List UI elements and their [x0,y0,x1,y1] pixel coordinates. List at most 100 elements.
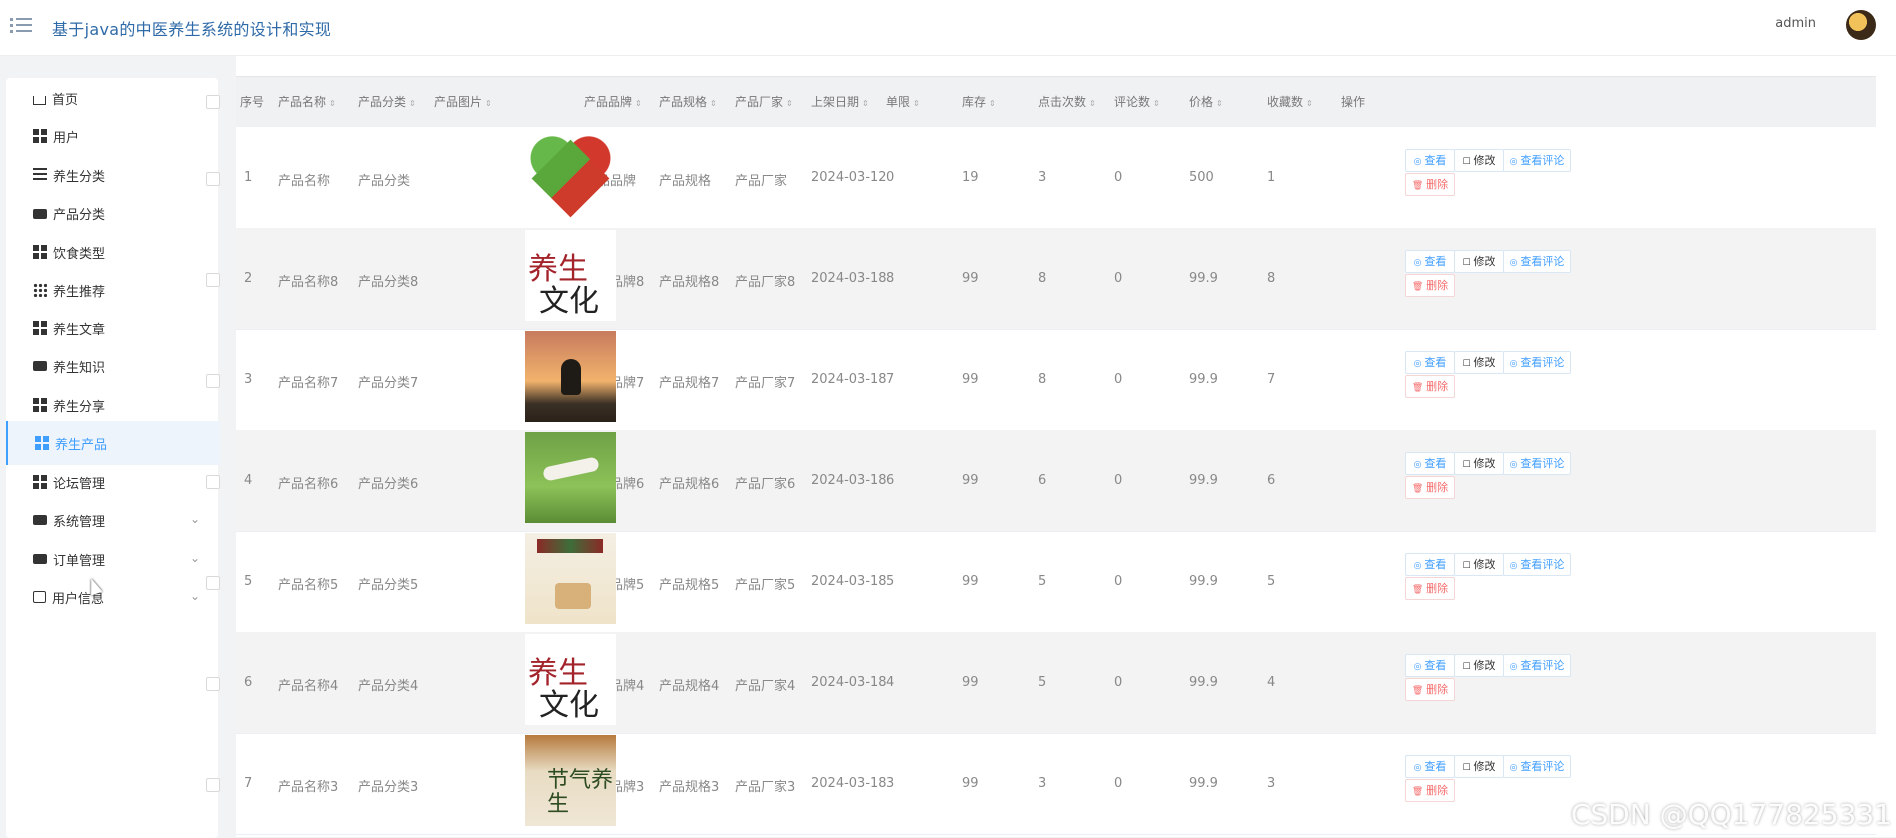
view-comments-button[interactable]: ◎ 查看评论 [1503,553,1571,576]
edit-button[interactable]: ☐ 修改 [1454,250,1504,273]
card-icon [33,591,46,603]
view-button[interactable]: ◎ 查看 [1405,654,1455,677]
button-label: 修改 [1473,760,1496,773]
table-row[interactable]: 4产品名称6产品分类6产品品牌6产品规格6产品厂家62024-03-186996… [206,430,1876,532]
sort-icon[interactable]: ⇕ [1216,99,1223,108]
delete-button[interactable]: 🗑 删除 [1405,678,1455,701]
product-image[interactable] [525,432,616,523]
table-row[interactable]: 5产品名称5产品分类5产品品牌5产品规格5产品厂家52024-03-185995… [206,531,1876,633]
sort-icon[interactable]: ⇕ [1089,99,1096,108]
sidebar-item[interactable]: 用户 [6,114,218,158]
edit-icon: ☐ [1462,662,1474,672]
row-checkbox[interactable] [206,475,220,489]
column-header[interactable]: 产品图片 ⇕ [434,93,492,110]
column-header[interactable]: 单限 ⇕ [886,93,920,110]
view-button[interactable]: ◎ 查看 [1405,755,1455,778]
apps-icon [33,283,47,297]
view-button[interactable]: ◎ 查看 [1405,351,1455,374]
edit-button[interactable]: ☐ 修改 [1454,452,1504,475]
row-checkbox[interactable] [206,273,220,287]
view-button[interactable]: ◎ 查看 [1405,250,1455,273]
cell-name: 产品名称4 [278,679,339,694]
column-header[interactable]: 评论数 ⇕ [1114,93,1160,110]
sort-icon[interactable]: ⇕ [1306,99,1313,108]
button-label: 删除 [1426,178,1449,191]
table-row[interactable]: 2产品名称8产品分类8产品品牌8产品规格8产品厂家82024-03-188998… [206,228,1876,330]
row-checkbox[interactable] [206,172,220,186]
row-checkbox[interactable] [206,778,220,792]
column-header[interactable]: 价格 ⇕ [1189,93,1223,110]
sidebar-item[interactable]: 产品分类 [6,191,218,235]
view-comments-button[interactable]: ◎ 查看评论 [1503,452,1571,475]
sort-icon[interactable]: ⇕ [1153,99,1160,108]
cell-date: 2024-03-18 [811,675,887,690]
cell-category: 产品分类7 [358,376,419,391]
product-image[interactable] [525,331,616,422]
user-name[interactable]: admin [1775,16,1816,31]
edit-button[interactable]: ☐ 修改 [1454,149,1504,172]
column-header[interactable]: 产品厂家 ⇕ [735,93,793,110]
edit-icon: ☐ [1462,359,1474,369]
sort-icon[interactable]: ⇕ [862,99,869,108]
avatar[interactable] [1846,10,1876,40]
product-image[interactable] [525,129,616,220]
sort-icon[interactable]: ⇕ [635,99,642,108]
view-button[interactable]: ◎ 查看 [1405,149,1455,172]
column-header[interactable]: 产品名称 ⇕ [278,93,336,110]
delete-button[interactable]: 🗑 删除 [1405,375,1455,398]
cell-no: 6 [244,675,253,690]
cell-maker: 产品厂家4 [735,679,796,694]
column-header[interactable]: 点击次数 ⇕ [1038,93,1096,110]
product-image[interactable] [525,533,616,624]
column-header[interactable]: 库存 ⇕ [962,93,996,110]
delete-button[interactable]: 🗑 删除 [1405,274,1455,297]
sort-icon[interactable]: ⇕ [329,99,336,108]
edit-button[interactable]: ☐ 修改 [1454,351,1504,374]
row-checkbox[interactable] [206,677,220,691]
view-button[interactable]: ◎ 查看 [1405,553,1455,576]
sidebar-item[interactable]: 养生产品 [6,421,220,465]
delete-button[interactable]: 🗑 删除 [1405,476,1455,499]
row-checkbox[interactable] [206,374,220,388]
view-comments-button[interactable]: ◎ 查看评论 [1503,755,1571,778]
edit-button[interactable]: ☐ 修改 [1454,553,1504,576]
view-comments-button[interactable]: ◎ 查看评论 [1503,149,1571,172]
column-header[interactable]: 收藏数 ⇕ [1267,93,1313,110]
table-row[interactable]: 1产品名称产品分类产品品牌产品规格产品厂家2024-03-12019305001… [206,127,1876,229]
view-button[interactable]: ◎ 查看 [1405,452,1455,475]
cell-price: 99.9 [1189,271,1218,286]
sidebar-item[interactable]: 养生知识 [6,344,218,388]
view-comments-button[interactable]: ◎ 查看评论 [1503,351,1571,374]
sort-icon[interactable]: ⇕ [409,99,416,108]
sort-icon[interactable]: ⇕ [786,99,793,108]
edit-button[interactable]: ☐ 修改 [1454,654,1504,677]
cell-limit: 4 [886,675,895,690]
column-header[interactable]: 上架日期 ⇕ [811,93,869,110]
column-header[interactable]: 产品规格 ⇕ [659,93,717,110]
sort-icon[interactable]: ⇕ [485,99,492,108]
delete-button[interactable]: 🗑 删除 [1405,577,1455,600]
sort-icon[interactable]: ⇕ [710,99,717,108]
product-image[interactable]: 养生 文化 [525,230,616,321]
sidebar-item[interactable]: 系统管理 ⌄ [6,498,218,542]
sort-icon[interactable]: ⇕ [989,99,996,108]
sort-icon[interactable]: ⇕ [913,99,920,108]
delete-button[interactable]: 🗑 删除 [1405,779,1455,802]
product-image-content: 养生 文化 [525,634,616,725]
row-checkbox[interactable] [206,576,220,590]
view-comments-button[interactable]: ◎ 查看评论 [1503,250,1571,273]
edit-button[interactable]: ☐ 修改 [1454,755,1504,778]
sidebar-item[interactable]: 用户信息 ⌄ [6,575,218,619]
column-header[interactable]: 产品分类 ⇕ [358,93,416,110]
button-label: 查看 [1424,558,1447,571]
watermark: CSDN @QQ177825331 [1570,798,1892,831]
table-row[interactable]: 3产品名称7产品分类7产品品牌7产品规格7产品厂家72024-03-187998… [206,329,1876,431]
select-all-checkbox[interactable] [206,95,220,109]
menu-toggle-icon[interactable] [10,14,32,36]
column-header[interactable]: 产品品牌 ⇕ [584,93,642,110]
table-row[interactable]: 6产品名称4产品分类4产品品牌4产品规格4产品厂家42024-03-184995… [206,632,1876,734]
product-image[interactable]: 节气养生 [525,735,616,826]
view-comments-button[interactable]: ◎ 查看评论 [1503,654,1571,677]
delete-button[interactable]: 🗑 删除 [1405,173,1455,196]
product-image[interactable]: 养生 文化 [525,634,616,725]
